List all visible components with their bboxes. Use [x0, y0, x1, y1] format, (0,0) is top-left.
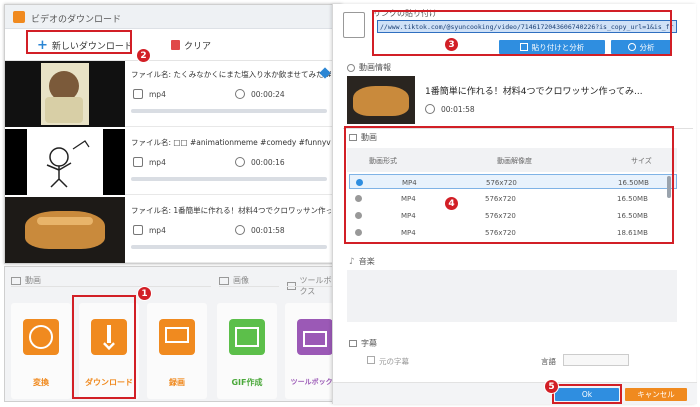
highlight-ok-button: [552, 384, 622, 404]
image-section-icon: [219, 276, 229, 285]
section-image-label: 画像: [233, 276, 249, 285]
video-duration: 00:01:58: [441, 104, 475, 114]
subtitle-icon: [349, 340, 357, 347]
clock-icon: [235, 157, 245, 167]
home-panel: 動画 画像 ツールボックス 変換 ダウンロード 録画 GIF作成 ツールボックス: [4, 266, 346, 402]
download-item[interactable]: ファイル名: 1番簡単に作れる！材料4つでクロワッサン作ってみませんか mp4 …: [5, 197, 341, 263]
video-thumbnail: [5, 197, 125, 263]
highlight-download-tile: [72, 295, 136, 399]
video-info-thumbnail: [347, 76, 415, 124]
progress-bar: [131, 177, 327, 181]
format-meta: mp4: [133, 157, 166, 167]
download-item[interactable]: ファイル名: □□ #animationmeme #comedy #funnyv…: [5, 129, 341, 195]
file-format-icon: [133, 225, 143, 235]
tile-record[interactable]: 録画: [147, 303, 207, 399]
language-select[interactable]: [563, 354, 629, 366]
video-thumbnail: [5, 129, 125, 195]
info-icon: [347, 63, 355, 72]
subtitle-section-label: 字幕: [361, 339, 377, 348]
tile-gif[interactable]: GIF作成: [217, 303, 277, 399]
clear-button[interactable]: クリア: [165, 35, 217, 55]
video-title: 1番簡単に作れる！材料4つでクロワッサン作ってみ...: [425, 87, 643, 97]
divider: [219, 286, 279, 287]
clock-icon: [425, 104, 435, 114]
language-label: 言語: [541, 357, 556, 366]
download-window-titlebar: ビデオのダウンロード: [5, 5, 341, 29]
video-info-header-label: 動画情報: [359, 63, 391, 72]
divider: [11, 286, 211, 287]
file-name: ファイル名: □□ #animationmeme #comedy #funnyv…: [131, 138, 331, 147]
highlight-new-download: [26, 30, 132, 54]
gif-image-icon: [229, 319, 265, 355]
download-item[interactable]: ファイル名: たくみなかくにまた塩入り水か飲ませてみた #オセロ mp4 00:…: [5, 61, 341, 127]
step-badge-1: 1: [137, 286, 152, 301]
app-icon: [13, 11, 25, 23]
original-subtitle-label: 元の字幕: [379, 357, 409, 366]
clock-icon: [235, 225, 245, 235]
format-meta: mp4: [133, 89, 166, 99]
music-section-label: 音楽: [358, 257, 375, 266]
highlight-url-area: [372, 10, 672, 56]
music-list: [347, 270, 677, 322]
clock-icon: [235, 89, 245, 99]
screen-record-icon: [159, 319, 195, 355]
section-image: 画像: [219, 275, 249, 286]
format-meta: mp4: [133, 225, 166, 235]
duration-meta: 00:01:58: [235, 225, 285, 235]
music-section-header: ♪ 音楽: [349, 256, 375, 267]
subtitle-section-header: 字幕: [349, 338, 377, 349]
file-format: mp4: [149, 225, 166, 235]
file-format: mp4: [149, 89, 166, 99]
progress-bar: [131, 109, 327, 113]
cancel-button[interactable]: キャンセル: [625, 388, 687, 401]
section-video: 動画: [11, 275, 41, 286]
toolbox-icon: [297, 319, 333, 355]
step-badge-5: 5: [544, 379, 559, 394]
file-duration: 00:00:24: [251, 89, 285, 99]
file-duration: 00:00:16: [251, 157, 285, 167]
film-convert-icon: [23, 319, 59, 355]
step-badge-2: 2: [136, 48, 151, 63]
url-doc-icon: [343, 12, 365, 38]
step-badge-4: 4: [444, 196, 459, 211]
step-badge-3: 3: [444, 37, 459, 52]
video-section-icon: [11, 276, 21, 285]
file-name: ファイル名: 1番簡単に作れる！材料4つでクロワッサン作ってみませんか: [131, 206, 331, 215]
clear-label: クリア: [184, 41, 212, 52]
duration-meta: 00:00:24: [235, 89, 285, 99]
original-subtitle-checkbox[interactable]: [367, 356, 375, 364]
video-info-header: 動画情報: [347, 62, 391, 73]
file-format-icon: [133, 89, 143, 99]
highlight-format-table: [344, 126, 674, 244]
video-thumbnail: [5, 61, 125, 127]
file-format-icon: [133, 157, 143, 167]
file-name: ファイル名: たくみなかくにまた塩入り水か飲ませてみた #オセロ: [131, 70, 331, 79]
file-duration: 00:01:58: [251, 225, 285, 235]
tile-convert[interactable]: 変換: [11, 303, 71, 399]
tile-convert-label: 変換: [33, 378, 49, 387]
music-note-icon: ♪: [349, 256, 355, 267]
tile-record-label: 録画: [169, 378, 185, 387]
tile-gif-label: GIF作成: [231, 378, 263, 387]
video-duration-meta: 00:01:58: [425, 104, 475, 114]
progress-bar: [131, 245, 327, 249]
duration-meta: 00:00:16: [235, 157, 285, 167]
section-video-label: 動画: [25, 276, 41, 285]
file-format: mp4: [149, 157, 166, 167]
download-window-title: ビデオのダウンロード: [31, 15, 122, 25]
trash-icon: [171, 40, 180, 50]
